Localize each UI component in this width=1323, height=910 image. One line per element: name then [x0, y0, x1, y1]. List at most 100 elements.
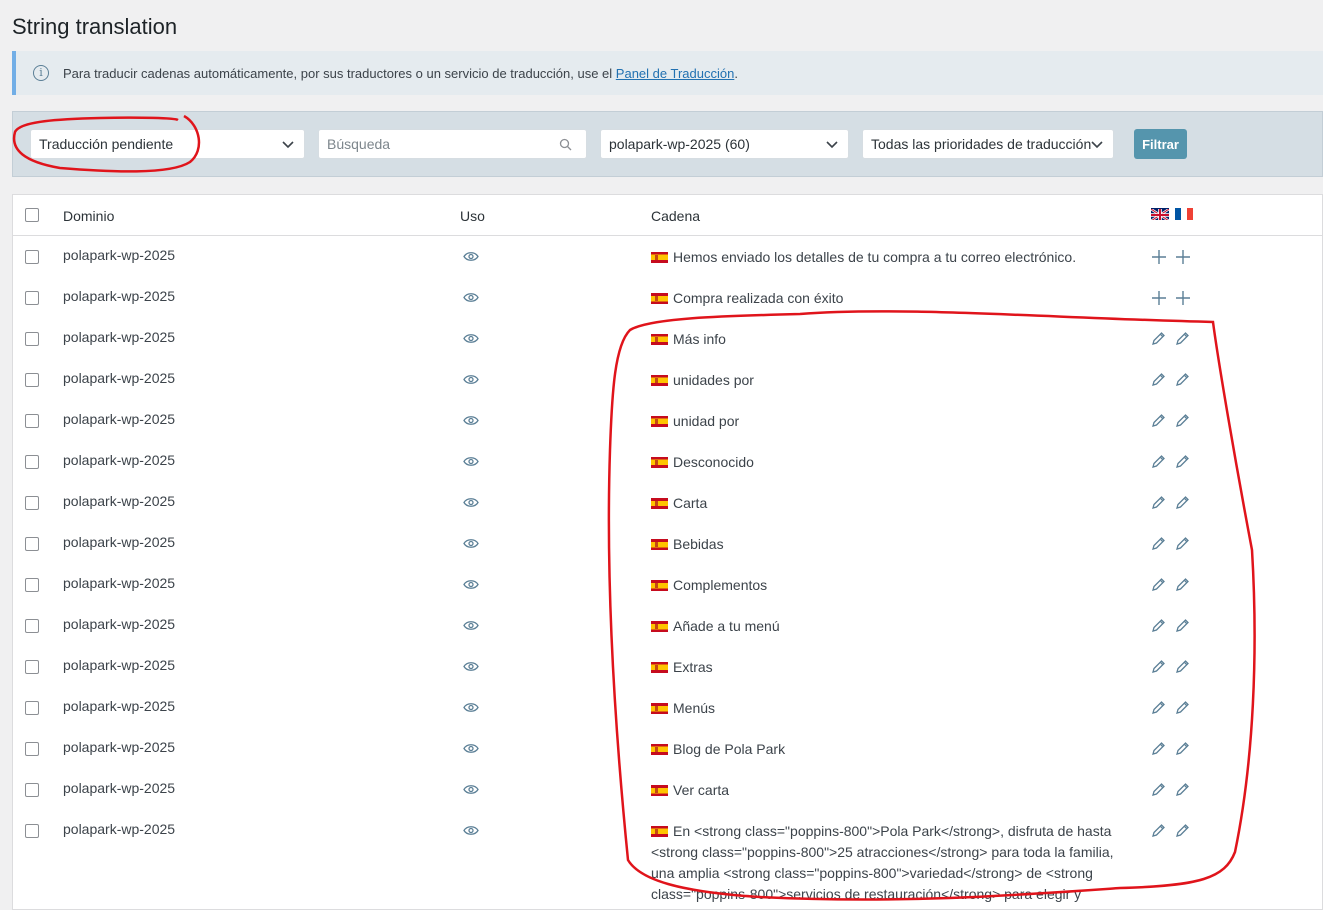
- select-all-checkbox[interactable]: [25, 208, 39, 222]
- row-domain: polapark-wp-2025: [63, 411, 176, 427]
- pencil-icon[interactable]: [1151, 413, 1166, 431]
- row-checkbox[interactable]: [25, 455, 39, 469]
- pencil-icon[interactable]: [1175, 782, 1190, 800]
- row-string-text: Menús: [673, 700, 716, 716]
- row-actions: [1151, 331, 1201, 347]
- status-select-value: Traducción pendiente: [39, 136, 174, 152]
- row-checkbox[interactable]: [25, 414, 39, 428]
- row-checkbox[interactable]: [25, 619, 39, 633]
- row-actions: [1151, 577, 1201, 593]
- eye-icon[interactable]: [463, 659, 479, 675]
- row-actions: [1151, 372, 1201, 388]
- eye-icon[interactable]: [463, 823, 479, 839]
- priority-select-value: Todas las prioridades de traducción: [871, 136, 1092, 152]
- row-string-text: Blog de Pola Park: [673, 741, 786, 757]
- pencil-icon[interactable]: [1151, 741, 1166, 759]
- plus-icon[interactable]: [1151, 290, 1167, 309]
- eye-icon[interactable]: [463, 454, 479, 470]
- pencil-icon[interactable]: [1151, 823, 1166, 841]
- filter-button[interactable]: Filtrar: [1134, 129, 1187, 159]
- pencil-icon[interactable]: [1151, 659, 1166, 677]
- pencil-icon[interactable]: [1175, 372, 1190, 390]
- notice-text: Para traducir cadenas automáticamente, p…: [63, 66, 738, 81]
- eye-icon[interactable]: [463, 413, 479, 429]
- pencil-icon[interactable]: [1175, 413, 1190, 431]
- eye-icon[interactable]: [463, 372, 479, 388]
- pencil-icon[interactable]: [1175, 331, 1190, 349]
- row-checkbox[interactable]: [25, 701, 39, 715]
- row-checkbox[interactable]: [25, 250, 39, 264]
- strings-table: Dominio Uso Cadena polapark-wp-2025 Hemos…: [12, 194, 1323, 910]
- eye-icon[interactable]: [463, 290, 479, 306]
- pencil-icon[interactable]: [1175, 741, 1190, 759]
- pencil-icon[interactable]: [1151, 618, 1166, 636]
- row-string-text: Hemos enviado los detalles de tu compra …: [673, 249, 1077, 265]
- row-checkbox[interactable]: [25, 660, 39, 674]
- translation-panel-link[interactable]: Panel de Traducción: [616, 66, 735, 81]
- row-checkbox[interactable]: [25, 824, 39, 838]
- row-checkbox[interactable]: [25, 742, 39, 756]
- eye-icon[interactable]: [463, 618, 479, 634]
- eye-icon[interactable]: [463, 577, 479, 593]
- spain-flag-icon: [651, 539, 668, 550]
- eye-icon[interactable]: [463, 249, 479, 265]
- row-checkbox[interactable]: [25, 373, 39, 387]
- table-row: polapark-wp-2025 Compra realizada con éxi…: [13, 276, 1322, 317]
- plus-icon[interactable]: [1175, 249, 1191, 268]
- table-row: polapark-wp-2025 Carta: [13, 481, 1322, 522]
- eye-icon[interactable]: [463, 782, 479, 798]
- pencil-icon[interactable]: [1151, 331, 1166, 349]
- eye-icon[interactable]: [463, 741, 479, 757]
- pencil-icon[interactable]: [1175, 700, 1190, 718]
- eye-icon[interactable]: [463, 331, 479, 347]
- row-actions: [1151, 618, 1201, 634]
- pencil-icon[interactable]: [1175, 618, 1190, 636]
- row-actions: [1151, 782, 1201, 798]
- search-input[interactable]: Búsqueda: [318, 129, 587, 159]
- row-checkbox[interactable]: [25, 537, 39, 551]
- spain-flag-icon: [651, 416, 668, 427]
- pencil-icon[interactable]: [1175, 577, 1190, 595]
- spain-flag-icon: [651, 293, 668, 304]
- column-domain[interactable]: Dominio: [63, 208, 114, 224]
- row-checkbox[interactable]: [25, 578, 39, 592]
- pencil-icon[interactable]: [1175, 536, 1190, 554]
- row-checkbox[interactable]: [25, 291, 39, 305]
- pencil-icon[interactable]: [1175, 495, 1190, 513]
- info-notice: i Para traducir cadenas automáticamente,…: [12, 51, 1323, 95]
- row-checkbox[interactable]: [25, 332, 39, 346]
- column-usage: Uso: [460, 208, 485, 224]
- eye-icon[interactable]: [463, 700, 479, 716]
- row-checkbox[interactable]: [25, 496, 39, 510]
- pencil-icon[interactable]: [1151, 454, 1166, 472]
- pencil-icon[interactable]: [1151, 782, 1166, 800]
- pencil-icon[interactable]: [1151, 495, 1166, 513]
- pencil-icon[interactable]: [1175, 823, 1190, 841]
- spain-flag-icon: [651, 498, 668, 509]
- eye-icon[interactable]: [463, 536, 479, 552]
- column-string[interactable]: Cadena: [651, 208, 700, 224]
- status-select[interactable]: Traducción pendiente: [30, 129, 305, 159]
- pencil-icon[interactable]: [1175, 454, 1190, 472]
- pencil-icon[interactable]: [1151, 577, 1166, 595]
- spain-flag-icon: [651, 375, 668, 386]
- priority-select[interactable]: Todas las prioridades de traducción: [862, 129, 1114, 159]
- eye-icon[interactable]: [463, 495, 479, 511]
- pencil-icon[interactable]: [1151, 700, 1166, 718]
- filter-bar: Traducción pendiente Búsqueda polapark-w…: [12, 111, 1323, 177]
- row-domain: polapark-wp-2025: [63, 698, 176, 714]
- table-row: polapark-wp-2025 Más info: [13, 317, 1322, 358]
- row-string-text: En <strong class="poppins-800">Pola Park…: [651, 823, 1114, 902]
- row-actions: [1151, 823, 1201, 839]
- pencil-icon[interactable]: [1151, 536, 1166, 554]
- row-checkbox[interactable]: [25, 783, 39, 797]
- table-row: polapark-wp-2025 Complementos: [13, 563, 1322, 604]
- pencil-icon[interactable]: [1175, 659, 1190, 677]
- spain-flag-icon: [651, 785, 668, 796]
- plus-icon[interactable]: [1151, 249, 1167, 268]
- row-string: Más info: [651, 329, 1131, 350]
- domain-select[interactable]: polapark-wp-2025 (60): [600, 129, 849, 159]
- search-placeholder: Búsqueda: [327, 136, 391, 152]
- plus-icon[interactable]: [1175, 290, 1191, 309]
- pencil-icon[interactable]: [1151, 372, 1166, 390]
